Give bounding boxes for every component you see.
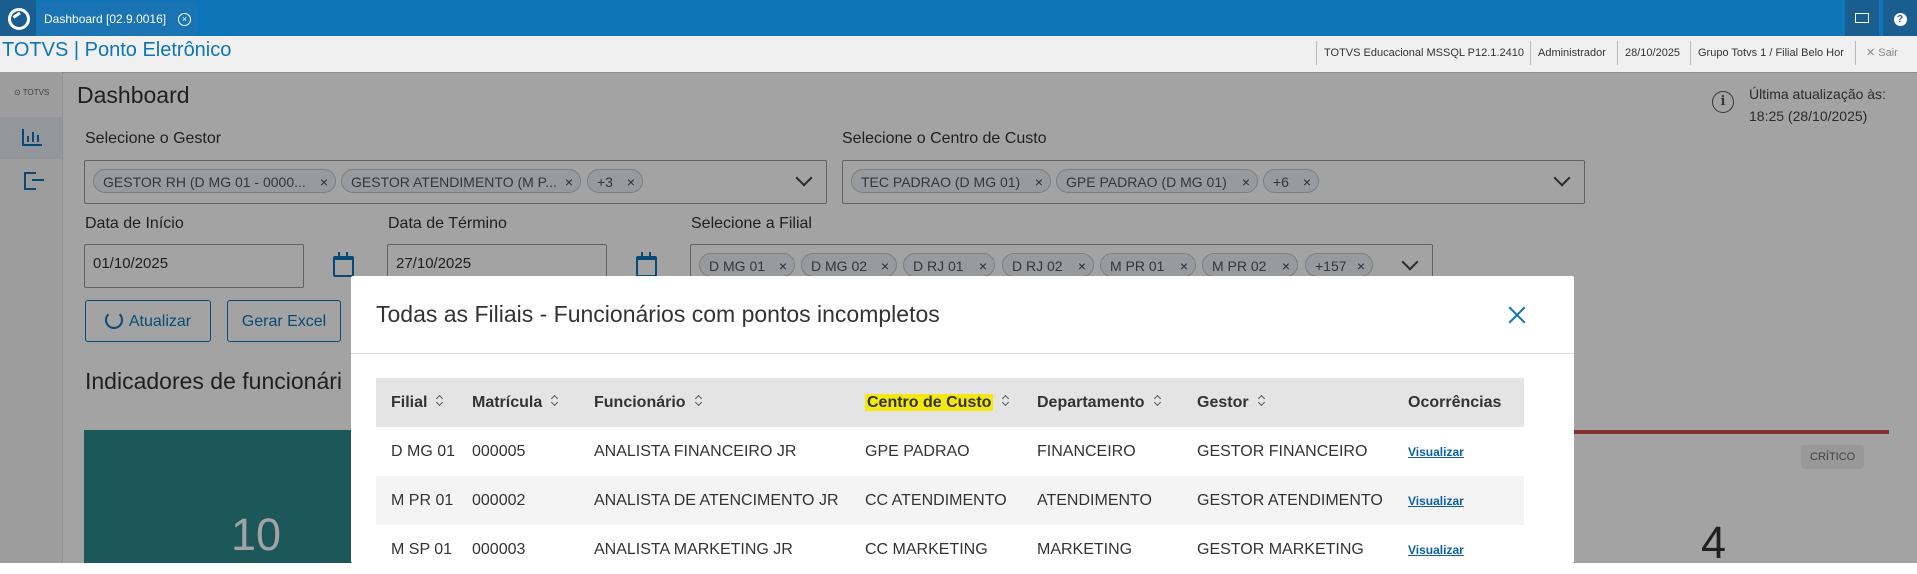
- mail-icon[interactable]: [1845, 0, 1880, 36]
- visualizar-link[interactable]: Visualizar: [1408, 445, 1464, 459]
- cell-filial: M SP 01: [391, 540, 453, 558]
- column-header-centro-custo[interactable]: Centro de Custo: [865, 378, 1037, 427]
- cell-centro-custo: GPE PADRAO: [865, 442, 970, 460]
- cell-matricula: 000005: [472, 442, 526, 460]
- column-label: Funcionário: [594, 393, 686, 411]
- divider: [351, 353, 1574, 354]
- cell-departamento: MARKETING: [1037, 540, 1133, 558]
- incomplete-punches-modal: Todas as Filiais - Funcionários com pont…: [351, 276, 1574, 563]
- cell-departamento: ATENDIMENTO: [1037, 476, 1197, 525]
- visualizar-link[interactable]: Visualizar: [1408, 494, 1464, 508]
- cell-matricula: 000002: [472, 476, 594, 525]
- sort-icon[interactable]: [551, 395, 559, 407]
- table-row: D MG 01 000005 ANALISTA FINANCEIRO JR GP…: [376, 427, 1524, 476]
- column-label: Centro de Custo: [865, 393, 994, 411]
- column-header-departamento[interactable]: Departamento: [1037, 378, 1197, 427]
- tab-dashboard[interactable]: Dashboard [02.9.0016] ×: [37, 2, 197, 36]
- cell-departamento: FINANCEIRO: [1037, 442, 1136, 460]
- cell-filial: D MG 01: [391, 442, 456, 460]
- cell-ocorrencias: Visualizar: [1408, 427, 1524, 476]
- sort-icon[interactable]: [1154, 395, 1162, 407]
- cell-gestor: GESTOR FINANCEIRO: [1197, 442, 1368, 460]
- app-title: TOTVS | Ponto Eletrônico: [2, 39, 232, 61]
- help-icon[interactable]: ?: [1883, 0, 1917, 36]
- cell-funcionario: ANALISTA MARKETING JR: [594, 540, 793, 558]
- column-header-gestor[interactable]: Gestor: [1197, 378, 1408, 427]
- column-label: Gestor: [1197, 393, 1249, 411]
- cell-centro-custo: CC ATENDIMENTO: [865, 476, 1037, 525]
- sort-icon[interactable]: [1258, 395, 1266, 407]
- totvs-logo-icon[interactable]: [0, 0, 36, 36]
- cell-filial: M PR 01: [376, 476, 472, 525]
- tab-title: Dashboard [02.9.0016]: [44, 12, 167, 26]
- cell-ocorrencias: Visualizar: [1408, 476, 1524, 525]
- tab-close-icon[interactable]: ×: [178, 13, 191, 26]
- environment-info: TOTVS Educacional MSSQL P12.1.2410: [1316, 41, 1531, 65]
- logout-label: Sair: [1878, 47, 1898, 59]
- cell-ocorrencias: Visualizar: [1408, 525, 1524, 574]
- visualizar-link[interactable]: Visualizar: [1408, 543, 1464, 557]
- sort-icon[interactable]: [1002, 395, 1010, 407]
- cell-centro-custo: CC MARKETING: [865, 540, 988, 558]
- top-bar: Dashboard [02.9.0016] × ?: [0, 0, 1917, 36]
- column-label: Departamento: [1037, 393, 1145, 411]
- table-row: M SP 01 000003 ANALISTA MARKETING JR CC …: [376, 525, 1524, 574]
- modal-title: Todas as Filiais - Funcionários com pont…: [376, 301, 940, 327]
- column-header-matricula[interactable]: Matrícula: [472, 378, 594, 427]
- column-header-filial[interactable]: Filial: [376, 378, 472, 427]
- cell-matricula: 000003: [472, 540, 526, 558]
- close-icon[interactable]: [1503, 302, 1531, 330]
- sort-icon[interactable]: [436, 395, 444, 407]
- employees-table: Filial Matrícula Funcionário Centro de C…: [376, 378, 1524, 574]
- header-bar: TOTVS | Ponto Eletrônico TOTVS Educacion…: [0, 36, 1917, 73]
- cell-funcionario: ANALISTA DE ATENCIMENTO JR: [594, 476, 865, 525]
- close-icon: ✕: [1866, 47, 1879, 59]
- user-info: Administrador: [1530, 41, 1613, 65]
- column-header-funcionario[interactable]: Funcionário: [594, 378, 865, 427]
- sort-icon[interactable]: [695, 395, 703, 407]
- branch-info: Grupo Totvs 1 / Filial Belo Hor: [1690, 41, 1851, 65]
- table-row: M PR 01 000002 ANALISTA DE ATENCIMENTO J…: [376, 476, 1524, 525]
- column-header-ocorrencias: Ocorrências: [1408, 378, 1524, 427]
- cell-gestor: GESTOR ATENDIMENTO: [1197, 476, 1408, 525]
- cell-funcionario: ANALISTA FINANCEIRO JR: [594, 442, 797, 460]
- column-label: Filial: [391, 393, 428, 411]
- date-info: 28/10/2025: [1617, 41, 1687, 65]
- logout-button[interactable]: ✕ Sair: [1855, 41, 1898, 65]
- column-label: Ocorrências: [1408, 393, 1502, 411]
- cell-gestor: GESTOR MARKETING: [1197, 540, 1364, 558]
- column-label: Matrícula: [472, 393, 543, 411]
- table-header-row: Filial Matrícula Funcionário Centro de C…: [376, 378, 1524, 427]
